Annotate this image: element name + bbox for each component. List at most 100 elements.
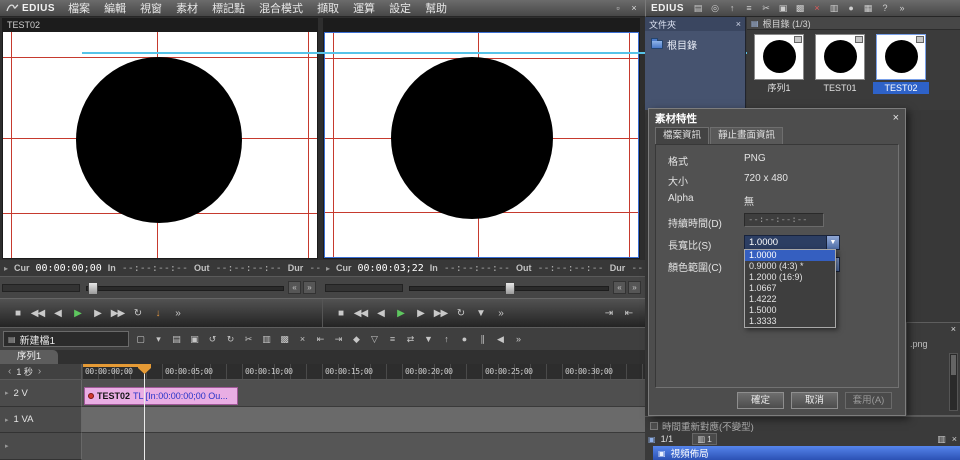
set-out-icon[interactable]: ⇥: [330, 331, 347, 348]
aspect-option[interactable]: 1.4222: [745, 294, 835, 305]
rewind-button[interactable]: ◀◀: [351, 304, 370, 322]
playhead-line[interactable]: [144, 364, 145, 460]
shuttle-left-icon[interactable]: «: [288, 281, 301, 294]
asset-thumbnail[interactable]: [815, 34, 865, 80]
capture-icon[interactable]: ●: [456, 331, 473, 348]
track-expand-icon[interactable]: ▸: [5, 416, 9, 424]
open-project-icon[interactable]: ▤: [168, 331, 185, 348]
prev-edit-icon[interactable]: ◀: [492, 331, 509, 348]
play-button[interactable]: ▶: [391, 304, 410, 322]
fast-forward-button[interactable]: ▶▶: [431, 304, 450, 322]
zoom-out-icon[interactable]: ‹: [8, 366, 11, 377]
mute-icon[interactable]: ∥: [474, 331, 491, 348]
capture-icon[interactable]: ●: [843, 1, 859, 15]
shuttle-right-icon[interactable]: »: [628, 281, 641, 294]
menubar-item[interactable]: 設定: [382, 0, 418, 16]
aspect-option[interactable]: 1.0000: [745, 250, 835, 261]
next-frame-button[interactable]: ▶: [88, 304, 107, 322]
effect-row-time-remap[interactable]: 時間重新對應(不變型): [650, 419, 754, 433]
aspect-option[interactable]: 1.2000 (16:9): [745, 272, 835, 283]
page-tab-1[interactable]: ▥ 1: [692, 433, 717, 445]
trim-out-button[interactable]: ⇤: [619, 304, 638, 322]
mixdown-icon[interactable]: ▼: [420, 331, 437, 348]
fast-forward-button[interactable]: ▶▶: [108, 304, 127, 322]
folder-tree-item-root[interactable]: 根目錄: [651, 37, 745, 52]
cut-icon[interactable]: ✂: [240, 331, 257, 348]
menubar-item[interactable]: 運算: [346, 0, 382, 16]
rewind-button[interactable]: ◀◀: [28, 304, 47, 322]
track-expand-icon[interactable]: ▸: [5, 442, 9, 450]
project-title-box[interactable]: ▤ 新建檔1: [3, 331, 129, 347]
close-icon[interactable]: ×: [952, 434, 957, 445]
timecode-menu-icon[interactable]: ▸: [4, 264, 8, 273]
menubar-item[interactable]: 標記點: [205, 0, 252, 16]
save-icon[interactable]: ▣: [186, 331, 203, 348]
stop-button[interactable]: ■: [8, 304, 27, 322]
stop-button[interactable]: ■: [331, 304, 350, 322]
player-clip-tab[interactable]: TEST02: [2, 18, 318, 32]
recorder-position-handle[interactable]: [505, 282, 515, 295]
menubar-item[interactable]: 擷取: [310, 0, 346, 16]
mode-icon[interactable]: ≡: [384, 331, 401, 348]
track-lane-va[interactable]: [82, 407, 645, 433]
new-dropdown-icon[interactable]: ▾: [150, 331, 167, 348]
effect-checkbox-icon[interactable]: [650, 422, 658, 430]
track-expand-icon[interactable]: ▸: [5, 389, 9, 397]
menubar-item[interactable]: 幫助: [418, 0, 454, 16]
export-icon[interactable]: ↑: [438, 331, 455, 348]
shuttle-right-icon[interactable]: »: [303, 281, 316, 294]
player-position-track[interactable]: [86, 286, 284, 291]
minimize-icon[interactable]: ▫: [612, 3, 624, 13]
aspect-option[interactable]: 1.3333: [745, 316, 835, 327]
more-chevron-icon[interactable]: »: [168, 304, 187, 322]
aspect-option[interactable]: 1.5000: [745, 305, 835, 316]
player-position-handle[interactable]: [88, 282, 98, 295]
trim-in-button[interactable]: ⇥: [599, 304, 618, 322]
tree-view-icon[interactable]: ≡: [741, 1, 757, 15]
delete-icon[interactable]: ×: [809, 1, 825, 15]
folder-panel-tab[interactable]: 文件夾 ×: [645, 17, 745, 31]
search-icon[interactable]: ◎: [707, 1, 723, 15]
tab-sequence-1[interactable]: 序列1: [0, 350, 58, 364]
cancel-button[interactable]: 取消: [791, 392, 838, 409]
combo-arrow-icon[interactable]: ▼: [826, 236, 839, 249]
folder-icon[interactable]: ▤: [690, 1, 706, 15]
track-lane-audio[interactable]: [82, 433, 645, 460]
track-header-row2[interactable]: ▸: [0, 433, 82, 460]
menubar-item[interactable]: 素材: [169, 0, 205, 16]
effect-row-video-layout[interactable]: ▣ 視頻佈局: [653, 446, 960, 460]
copy-icon[interactable]: ▣: [775, 1, 791, 15]
recorder-position-track[interactable]: [409, 286, 609, 291]
prev-frame-button[interactable]: ◀: [48, 304, 67, 322]
help-icon[interactable]: ?: [877, 1, 893, 15]
tab-file-info[interactable]: 檔案資訊: [655, 127, 709, 144]
menubar-item[interactable]: 編輯: [97, 0, 133, 16]
undo-icon[interactable]: ↺: [204, 331, 221, 348]
view-mode-icon[interactable]: ▦: [860, 1, 876, 15]
shuttle-left-icon[interactable]: «: [613, 281, 626, 294]
paste-icon[interactable]: ▩: [276, 331, 293, 348]
bin-asset-TEST01[interactable]: TEST01: [812, 34, 868, 94]
palette-scrollbar[interactable]: [949, 353, 958, 411]
close-icon[interactable]: ×: [951, 324, 956, 334]
copy-icon[interactable]: ▥: [258, 331, 275, 348]
loop-button[interactable]: ↻: [451, 304, 470, 322]
sync-mode-icon[interactable]: ⇄: [402, 331, 419, 348]
up-folder-icon[interactable]: ↑: [724, 1, 740, 15]
properties-icon[interactable]: ▥: [826, 1, 842, 15]
track-header-2 V[interactable]: ▸2 V: [0, 380, 82, 407]
export-button[interactable]: ▼: [471, 304, 490, 322]
aspect-ratio-combobox[interactable]: 1.0000 ▼: [744, 235, 840, 250]
dialog-close-icon[interactable]: ×: [893, 112, 899, 124]
loop-button[interactable]: ↻: [128, 304, 147, 322]
next-frame-button[interactable]: ▶: [411, 304, 430, 322]
toolbar-overflow-icon[interactable]: »: [510, 331, 527, 348]
timecode-menu-icon[interactable]: ▸: [326, 264, 330, 273]
ripple-delete-icon[interactable]: ×: [294, 331, 311, 348]
insert-to-timeline-button[interactable]: ↓: [148, 304, 167, 322]
bin-asset-TEST02[interactable]: TEST02: [873, 34, 929, 94]
more-chevron-icon[interactable]: »: [491, 304, 510, 322]
aspect-option[interactable]: 0.9000 (4:3) *: [745, 261, 835, 272]
menubar-item[interactable]: 混合模式: [252, 0, 310, 16]
paste-icon[interactable]: ▩: [792, 1, 808, 15]
